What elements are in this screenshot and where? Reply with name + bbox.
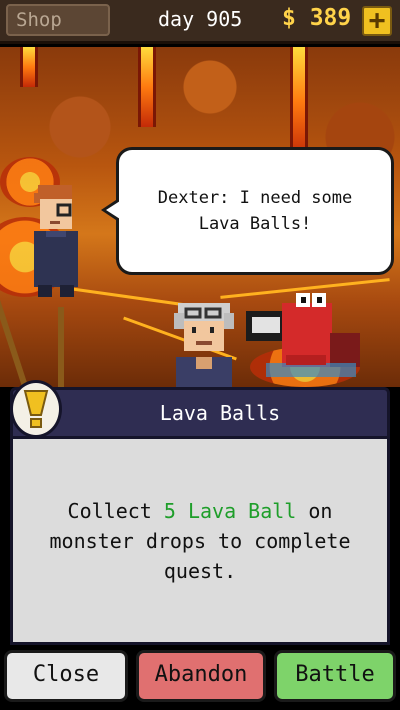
- abandon-button[interactable]: Abandon: [136, 650, 266, 702]
- quest-desc-before: Collect: [67, 498, 164, 523]
- lava-fall: [20, 47, 38, 87]
- quest-header: Lava Balls: [10, 387, 390, 439]
- lava-fall: [138, 47, 156, 127]
- shop-button[interactable]: Shop: [6, 4, 110, 36]
- exclamation-icon: [10, 380, 62, 438]
- quest-description-text: Collect 5 Lava Ball on monster drops to …: [37, 496, 363, 586]
- quest-description: Collect 5 Lava Ball on monster drops to …: [10, 439, 390, 645]
- speech-bubble: Dexter: I need some Lava Balls!: [116, 147, 394, 275]
- pet-creature: [246, 293, 360, 377]
- speech-bubble-tail-fill: [106, 201, 120, 219]
- dexter-character: [34, 185, 78, 297]
- speech-text: Dexter: I need some Lava Balls!: [157, 188, 353, 234]
- money-counter: $ 389: [282, 5, 352, 31]
- add-money-button[interactable]: +: [362, 6, 392, 36]
- staff-prop: [0, 288, 64, 387]
- close-button[interactable]: Close: [4, 650, 128, 702]
- quest-title: Lava Balls: [159, 401, 281, 425]
- battle-button[interactable]: Battle: [274, 650, 396, 702]
- player-character: [174, 303, 234, 387]
- top-bar: Shop day 905 $ 389 +: [0, 0, 400, 44]
- lava-fall: [290, 47, 308, 157]
- day-counter: day 905: [158, 7, 243, 31]
- quest-desc-highlight: 5 Lava Ball: [163, 498, 297, 523]
